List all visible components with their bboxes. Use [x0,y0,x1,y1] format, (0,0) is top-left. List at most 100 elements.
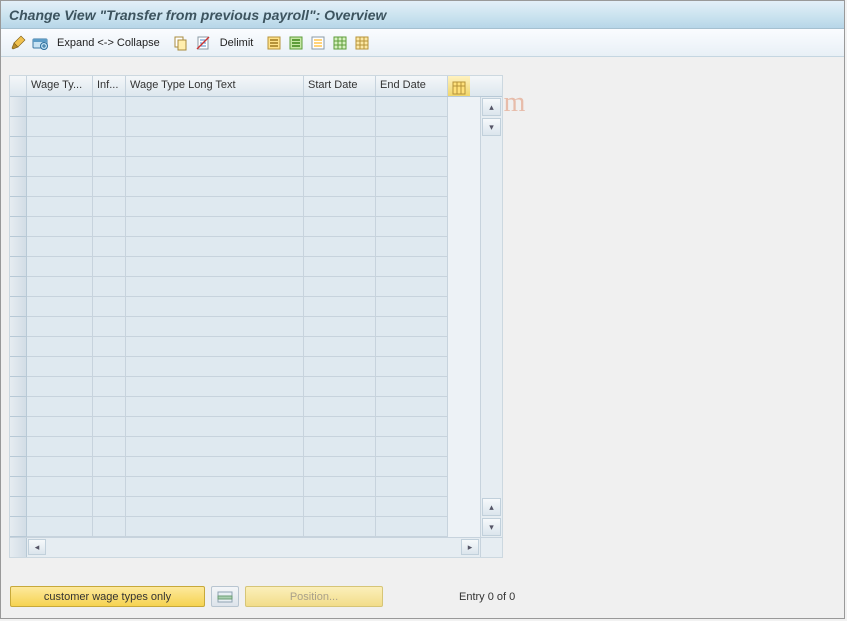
cell-info[interactable] [93,97,126,117]
position-icon-button[interactable] [211,586,239,607]
cell-info[interactable] [93,157,126,177]
cell-long-text[interactable] [126,197,304,217]
cell-wage-type[interactable] [27,197,93,217]
row-selector[interactable] [10,157,27,177]
cell-end-date[interactable] [376,297,448,317]
cell-long-text[interactable] [126,377,304,397]
table-settings-icon[interactable] [331,34,349,52]
row-selector[interactable] [10,237,27,257]
row-selector[interactable] [10,277,27,297]
row-selector[interactable] [10,397,27,417]
cell-start-date[interactable] [304,517,376,537]
table-row[interactable] [10,277,480,297]
table-row[interactable] [10,397,480,417]
vertical-scrollbar[interactable]: ▴ ▾ ▴ ▾ [480,97,502,537]
cell-start-date[interactable] [304,357,376,377]
cell-long-text[interactable] [126,517,304,537]
other-view-icon[interactable] [31,34,49,52]
cell-info[interactable] [93,217,126,237]
cell-wage-type[interactable] [27,137,93,157]
cell-start-date[interactable] [304,117,376,137]
cell-long-text[interactable] [126,497,304,517]
cell-end-date[interactable] [376,317,448,337]
cell-end-date[interactable] [376,497,448,517]
position-button[interactable]: Position... [245,586,383,607]
table-row[interactable] [10,257,480,277]
row-selector[interactable] [10,317,27,337]
table-row[interactable] [10,97,480,117]
hscroll-left-button[interactable]: ◂ [28,539,46,555]
select-all-icon[interactable] [265,34,283,52]
cell-end-date[interactable] [376,457,448,477]
cell-wage-type[interactable] [27,357,93,377]
cell-info[interactable] [93,437,126,457]
cell-info[interactable] [93,137,126,157]
cell-long-text[interactable] [126,457,304,477]
cell-long-text[interactable] [126,277,304,297]
row-selector[interactable] [10,477,27,497]
cell-start-date[interactable] [304,137,376,157]
row-selector[interactable] [10,97,27,117]
select-block-icon[interactable] [287,34,305,52]
row-selector-header[interactable] [10,76,27,96]
delete-icon[interactable] [194,34,212,52]
cell-start-date[interactable] [304,97,376,117]
cell-info[interactable] [93,317,126,337]
cell-start-date[interactable] [304,437,376,457]
horizontal-scrollbar[interactable]: ◂ ▸ [10,537,502,557]
table-row[interactable] [10,197,480,217]
table-row[interactable] [10,157,480,177]
cell-start-date[interactable] [304,337,376,357]
table-config-button[interactable] [448,76,470,96]
cell-end-date[interactable] [376,257,448,277]
cell-wage-type[interactable] [27,297,93,317]
column-header-start-date[interactable]: Start Date [304,76,376,96]
cell-end-date[interactable] [376,217,448,237]
cell-end-date[interactable] [376,417,448,437]
row-selector[interactable] [10,117,27,137]
row-selector[interactable] [10,177,27,197]
cell-wage-type[interactable] [27,177,93,197]
cell-long-text[interactable] [126,317,304,337]
cell-end-date[interactable] [376,157,448,177]
cell-wage-type[interactable] [27,117,93,137]
cell-start-date[interactable] [304,217,376,237]
hscroll-right-button[interactable]: ▸ [461,539,479,555]
cell-start-date[interactable] [304,197,376,217]
row-selector[interactable] [10,197,27,217]
table-row[interactable] [10,377,480,397]
cell-info[interactable] [93,337,126,357]
table-row[interactable] [10,177,480,197]
cell-end-date[interactable] [376,337,448,357]
cell-info[interactable] [93,477,126,497]
cell-info[interactable] [93,197,126,217]
table-row[interactable] [10,237,480,257]
cell-end-date[interactable] [376,137,448,157]
column-header-wage-type[interactable]: Wage Ty... [27,76,93,96]
table-row[interactable] [10,337,480,357]
cell-end-date[interactable] [376,357,448,377]
print-icon[interactable] [353,34,371,52]
cell-long-text[interactable] [126,337,304,357]
scroll-track[interactable] [481,137,502,497]
cell-info[interactable] [93,497,126,517]
cell-start-date[interactable] [304,477,376,497]
cell-wage-type[interactable] [27,257,93,277]
table-row[interactable] [10,357,480,377]
cell-info[interactable] [93,277,126,297]
cell-long-text[interactable] [126,257,304,277]
cell-end-date[interactable] [376,197,448,217]
row-selector[interactable] [10,437,27,457]
row-selector[interactable] [10,357,27,377]
scroll-down-button[interactable]: ▴ [482,498,501,516]
scroll-bottom-button[interactable]: ▾ [482,518,501,536]
column-header-end-date[interactable]: End Date [376,76,448,96]
row-selector[interactable] [10,137,27,157]
cell-end-date[interactable] [376,97,448,117]
cell-long-text[interactable] [126,437,304,457]
row-selector[interactable] [10,457,27,477]
table-row[interactable] [10,137,480,157]
row-selector[interactable] [10,497,27,517]
cell-wage-type[interactable] [27,457,93,477]
cell-end-date[interactable] [376,437,448,457]
